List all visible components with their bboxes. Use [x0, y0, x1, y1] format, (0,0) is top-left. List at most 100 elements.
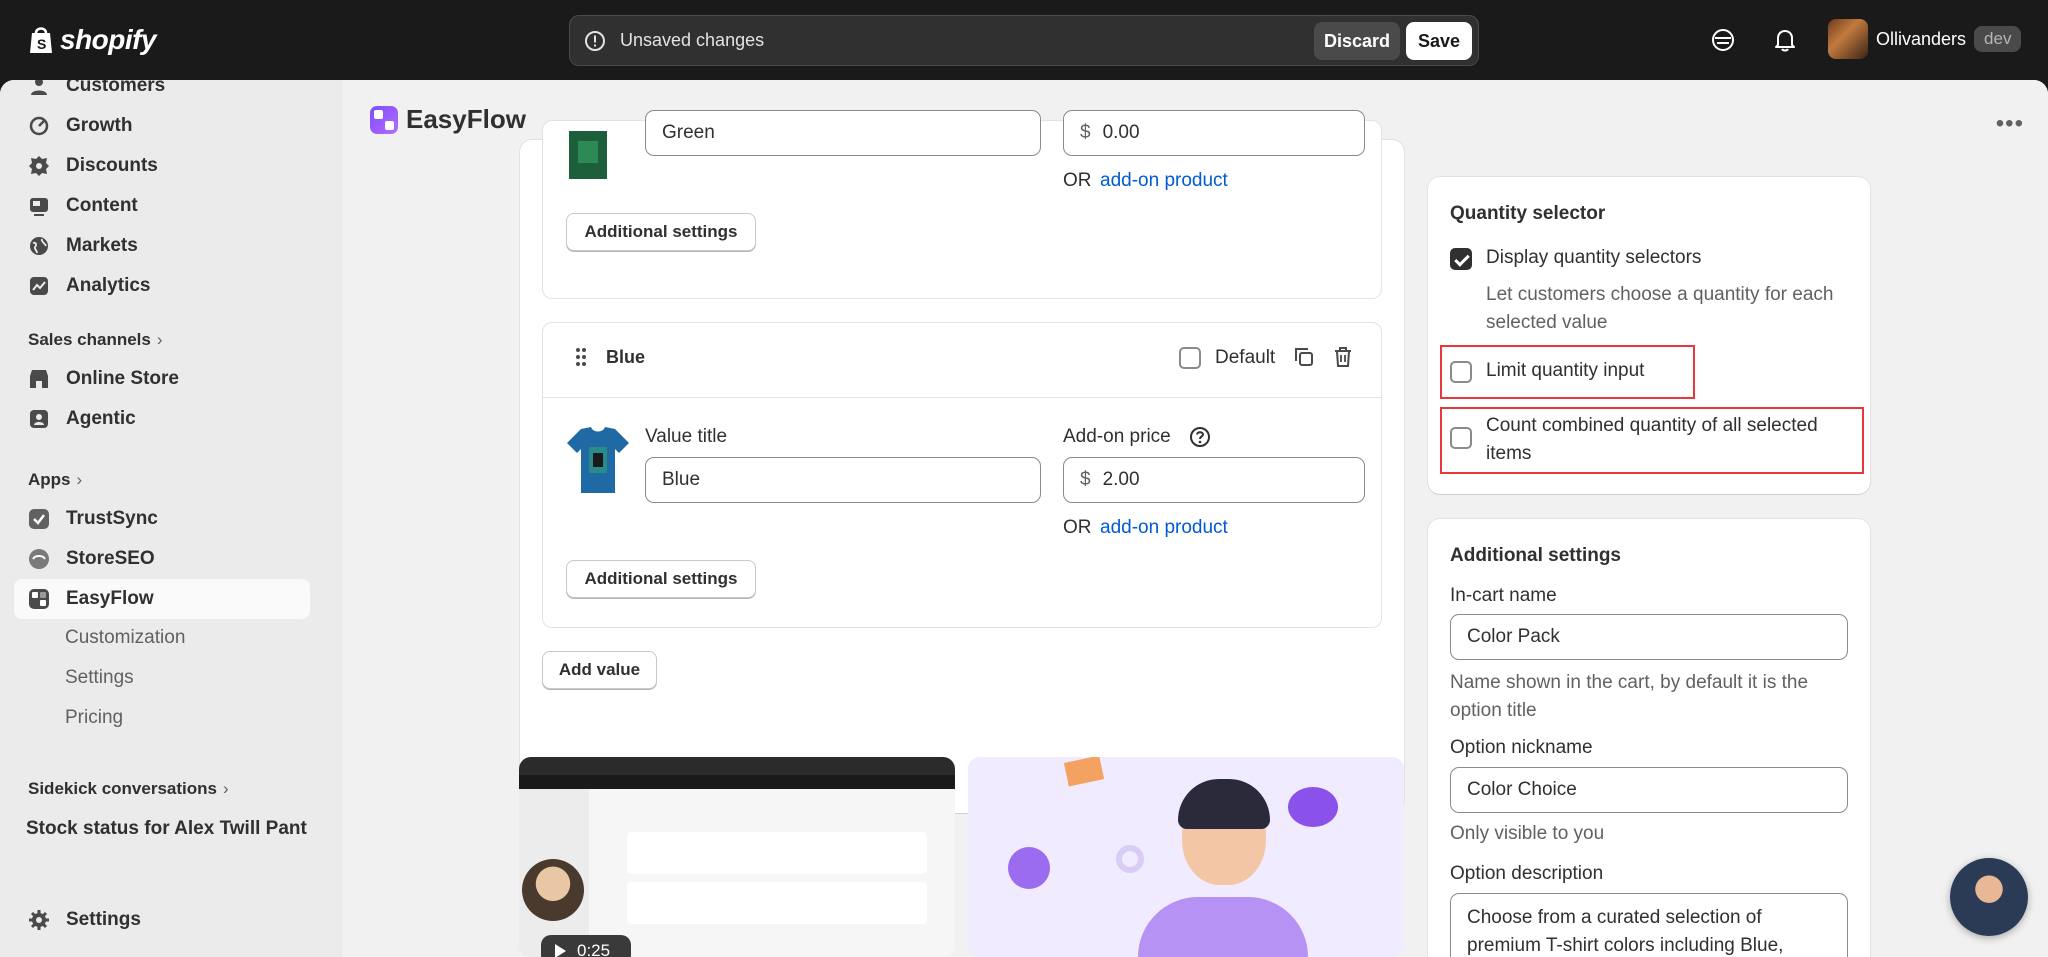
- divider: [543, 397, 1381, 398]
- sidebar-item-settings[interactable]: Settings: [14, 900, 310, 940]
- play-icon: [555, 944, 566, 957]
- sidebar-item-content[interactable]: Content: [14, 186, 310, 226]
- analytics-icon: [30, 277, 48, 295]
- sidebar-item-trustsync[interactable]: TrustSync: [14, 499, 310, 539]
- incart-name-value: Color Pack: [1467, 626, 1560, 647]
- sidebar-item-label: Analytics: [66, 275, 151, 296]
- store-name: Ollivanders: [1876, 28, 1967, 49]
- default-checkbox[interactable]: [1179, 347, 1201, 369]
- svg-text:S: S: [37, 36, 46, 52]
- addon-price-input-green[interactable]: $ 0.00: [1063, 110, 1365, 156]
- display-quantity-checkbox[interactable]: [1450, 248, 1472, 270]
- default-label: Default: [1215, 347, 1276, 368]
- delete-icon[interactable]: [1332, 346, 1354, 368]
- value-title-input-blue[interactable]: Blue: [645, 457, 1041, 503]
- incart-name-input[interactable]: Color Pack: [1450, 614, 1848, 660]
- presenter-avatar: [522, 859, 584, 921]
- discard-button[interactable]: Discard: [1314, 22, 1400, 60]
- store-avatar: [1828, 19, 1868, 59]
- sidekick-icon[interactable]: [1709, 26, 1737, 54]
- tutorial-video-thumbnail[interactable]: 0:25: [519, 757, 955, 957]
- support-agent-body: [1138, 897, 1308, 957]
- apps-label: Apps: [28, 470, 71, 489]
- chevron-right-icon: ›: [222, 779, 229, 798]
- sidebar-item-storeseo[interactable]: StoreSEO: [14, 539, 310, 579]
- video-duration: 0:25: [577, 941, 611, 957]
- sidekick-conversation-item[interactable]: Stock status for Alex Twill Pant: [26, 818, 307, 840]
- option-description-textarea[interactable]: Choose from a curated selection of premi…: [1450, 893, 1848, 957]
- agentic-icon: [30, 410, 48, 428]
- sidebar-item-markets[interactable]: Markets: [14, 226, 310, 266]
- save-button[interactable]: Save: [1406, 22, 1472, 60]
- shopify-logo[interactable]: S shopify: [28, 20, 157, 60]
- currency-prefix: $: [1080, 469, 1091, 490]
- logo-text: shopify: [60, 24, 157, 55]
- store-menu[interactable]: Ollivanders dev: [1828, 19, 2022, 59]
- sidebar-item-discounts[interactable]: Discounts: [14, 146, 310, 186]
- combined-quantity-checkbox[interactable]: [1450, 427, 1472, 449]
- option-description-label: Option description: [1450, 863, 1604, 884]
- option-nickname-label: Option nickname: [1450, 737, 1593, 758]
- chevron-right-icon: ›: [156, 330, 163, 349]
- store-icon: [30, 370, 48, 388]
- video-panel: [627, 832, 927, 874]
- addon-product-link-blue[interactable]: add-on product: [1100, 517, 1228, 539]
- green-shirt-image: [569, 131, 607, 179]
- or-text: OR: [1063, 517, 1092, 538]
- sidebar-item-growth[interactable]: Growth: [14, 106, 310, 146]
- video-panel: [627, 882, 927, 924]
- video-browser-bar: [519, 757, 955, 775]
- sidebar-item-agentic[interactable]: Agentic: [14, 399, 310, 439]
- sales-channels-heading[interactable]: Sales channels ›: [28, 330, 163, 350]
- combined-quantity-label: Count combined quantity of all selected …: [1486, 415, 1818, 464]
- duplicate-icon[interactable]: [1293, 346, 1315, 368]
- sidebar-item-customers[interactable]: Customers: [14, 80, 310, 106]
- app-content: EasyFlow ••• Green $ 0.00 OR add-on prod…: [342, 80, 2048, 957]
- app-header: EasyFlow: [370, 104, 526, 135]
- value-title-text: Blue: [662, 469, 701, 490]
- additional-settings-button-blue[interactable]: Additional settings: [566, 560, 756, 598]
- sidebar-subitem-pricing[interactable]: Pricing: [65, 707, 123, 729]
- value-title-input-green[interactable]: Green: [645, 110, 1041, 156]
- apps-heading[interactable]: Apps ›: [28, 470, 82, 490]
- option-nickname-value: Color Choice: [1467, 779, 1577, 800]
- support-chat-avatar-button[interactable]: [1950, 858, 2028, 936]
- page-title: EasyFlow: [406, 104, 526, 134]
- bell-icon[interactable]: [1771, 26, 1799, 54]
- display-quantity-label: Display quantity selectors: [1486, 247, 1702, 268]
- sidebar-item-easyflow[interactable]: EasyFlow: [14, 579, 310, 619]
- value-card-green: Green $ 0.00 OR add-on product Additiona…: [542, 110, 1382, 299]
- video-admin-bar: [519, 775, 955, 789]
- sidebar-item-label: Discounts: [66, 155, 158, 176]
- limit-quantity-checkbox[interactable]: [1450, 361, 1472, 383]
- price-value: 0.00: [1102, 122, 1140, 143]
- addon-price-input-blue[interactable]: $ 2.00: [1063, 457, 1365, 503]
- additional-settings-button-green[interactable]: Additional settings: [566, 213, 756, 251]
- sidebar-item-online-store[interactable]: Online Store: [14, 359, 310, 399]
- alert-circle-icon: [585, 31, 605, 51]
- addon-product-link-green[interactable]: add-on product: [1100, 170, 1228, 192]
- help-icon[interactable]: [1189, 426, 1211, 448]
- sidebar-subitem-settings[interactable]: Settings: [65, 667, 134, 689]
- add-value-button[interactable]: Add value: [542, 651, 657, 689]
- sidebar-item-analytics[interactable]: Analytics: [14, 266, 310, 306]
- easyflow-icon: [29, 589, 49, 609]
- option-nickname-input[interactable]: Color Choice: [1450, 767, 1848, 813]
- currency-prefix: $: [1080, 122, 1091, 143]
- sidekick-conversations-heading[interactable]: Sidekick conversations ›: [28, 779, 229, 799]
- sidebar-subitem-customization[interactable]: Customization: [65, 627, 185, 649]
- price-value: 2.00: [1102, 469, 1140, 490]
- phone-bubble-icon: [1008, 847, 1050, 889]
- gear-icon: [29, 910, 49, 930]
- more-actions-icon[interactable]: •••: [1996, 110, 2024, 138]
- sales-channels-label: Sales channels: [28, 330, 151, 349]
- top-bar: S shopify Unsaved changes Discard Save O…: [0, 0, 2048, 80]
- sidebar-item-label: Online Store: [66, 368, 179, 389]
- sidebar-item-label: Settings: [66, 909, 141, 930]
- limit-quantity-label: Limit quantity input: [1486, 360, 1645, 381]
- unsaved-changes-bar: Unsaved changes Discard Save: [569, 15, 1479, 66]
- value-title-text: Green: [662, 122, 715, 143]
- sidebar-item-label: EasyFlow: [66, 588, 154, 609]
- drag-handle-icon[interactable]: [575, 347, 587, 367]
- sidebar-item-label: Growth: [66, 115, 133, 136]
